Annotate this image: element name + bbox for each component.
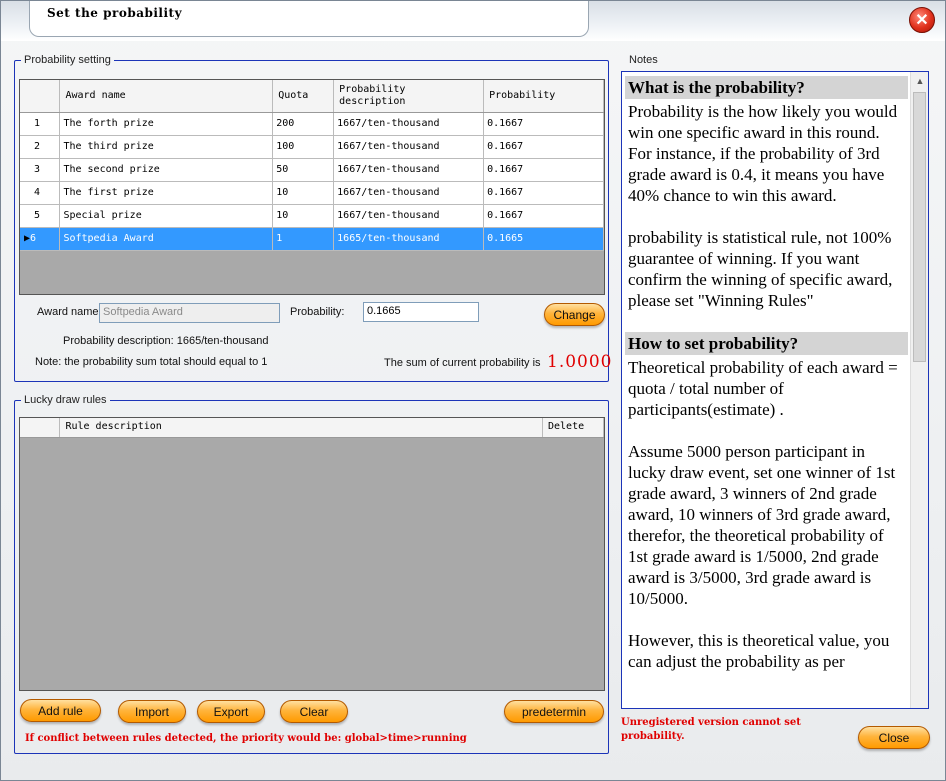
table-row[interactable]: 3 The second prize 50 1667/ten-thousand … [20, 158, 604, 182]
cell-award-name[interactable]: The third prize [59, 135, 274, 159]
notes-heading-what: What is the probability? [625, 76, 908, 99]
close-button[interactable]: Close [858, 726, 930, 749]
cell-quota[interactable]: 200 [272, 112, 335, 136]
lucky-draw-rules-legend: Lucky draw rules [24, 394, 107, 406]
table-row[interactable]: 4 The first prize 10 1667/ten-thousand 0… [20, 181, 604, 205]
clear-button[interactable]: Clear [280, 700, 348, 723]
cell-award-name[interactable]: The first prize [59, 181, 274, 205]
cell-description[interactable]: 1667/ten-thousand [333, 158, 485, 182]
row-index: 1 [20, 112, 61, 136]
cell-quota[interactable]: 1 [272, 227, 335, 251]
export-button[interactable]: Export [197, 700, 265, 723]
cell-probability[interactable]: 0.1665 [483, 227, 604, 251]
column-rule-description[interactable]: Rule description [59, 418, 543, 438]
cell-probability[interactable]: 0.1667 [483, 158, 604, 182]
predetermine-button[interactable]: predetermin [504, 700, 604, 723]
cell-award-name[interactable]: Softpedia Award [59, 227, 274, 251]
change-button[interactable]: Change [544, 303, 605, 326]
column-probability-description[interactable]: Probability description [333, 80, 485, 113]
probability-sum-note: Note: the probability sum total should e… [35, 356, 268, 368]
cell-quota[interactable]: 10 [272, 204, 335, 228]
sum-label: The sum of current probability is [384, 357, 541, 369]
row-header-corner [20, 80, 61, 113]
notes-paragraph: Theoretical probability of each award = … [628, 358, 898, 419]
row-index: 5 [20, 204, 61, 228]
cell-description[interactable]: 1667/ten-thousand [333, 181, 485, 205]
column-award-name[interactable]: Award name [59, 80, 274, 113]
column-probability[interactable]: Probability [483, 80, 604, 113]
cell-description[interactable]: 1667/ten-thousand [333, 204, 485, 228]
cell-quota[interactable]: 50 [272, 158, 335, 182]
sum-value: 1.0000 [547, 352, 613, 372]
notes-scrollbar[interactable]: ▲ [910, 72, 928, 708]
row-index: 2 [20, 135, 61, 159]
probability-setting-legend: Probability setting [24, 54, 111, 66]
cell-probability[interactable]: 0.1667 [483, 181, 604, 205]
notes-paragraph: probability is statistical rule, not 100… [628, 228, 893, 310]
notes-paragraph: Assume 5000 person participant in lucky … [628, 442, 896, 608]
row-index-label: 6 [30, 233, 37, 244]
close-window-icon[interactable]: ✕ [909, 7, 935, 33]
table-row[interactable]: 2 The third prize 100 1667/ten-thousand … [20, 135, 604, 159]
rules-header-corner [20, 418, 61, 438]
cell-description[interactable]: 1665/ten-thousand [333, 227, 485, 251]
probability-input[interactable]: 0.1665 [363, 302, 479, 322]
notes-panel[interactable]: What is the probability? Probability is … [621, 71, 929, 709]
probability-label: Probability: [290, 306, 345, 318]
table-row-selected[interactable]: ▶6 Softpedia Award 1 1665/ten-thousand 0… [20, 227, 604, 251]
cell-award-name[interactable]: The second prize [59, 158, 274, 182]
cell-probability[interactable]: 0.1667 [483, 112, 604, 136]
probability-window: Set the probability ✕ Probability settin… [0, 0, 946, 781]
cell-probability[interactable]: 0.1667 [483, 204, 604, 228]
table-row[interactable]: 1 The forth prize 200 1667/ten-thousand … [20, 112, 604, 136]
window-title: Set the probability [47, 6, 183, 20]
rules-grid[interactable]: Rule description Delete [19, 417, 605, 691]
unregistered-note-line2: probability. [621, 731, 685, 742]
notes-paragraph: Probability is the how likely you would … [628, 102, 898, 205]
row-index: ▶6 [20, 227, 61, 251]
row-index: 4 [20, 181, 61, 205]
cell-quota[interactable]: 100 [272, 135, 335, 159]
award-table: Award name Quota Probability description… [20, 80, 604, 251]
award-grid[interactable]: Award name Quota Probability description… [19, 79, 605, 295]
cell-quota[interactable]: 10 [272, 181, 335, 205]
title-bar: Set the probability ✕ [1, 1, 945, 41]
row-index: 3 [20, 158, 61, 182]
cell-probability[interactable]: 0.1667 [483, 135, 604, 159]
column-delete[interactable]: Delete [542, 418, 604, 438]
notes-paragraph: However, this is theoretical value, you … [628, 631, 890, 671]
rule-conflict-note: If conflict between rules detected, the … [25, 733, 467, 744]
award-name-field: Softpedia Award [99, 303, 280, 323]
award-name-label: Award name [37, 306, 99, 318]
notes-content: What is the probability? Probability is … [625, 76, 908, 693]
unregistered-note-line1: Unregistered version cannot set [621, 717, 801, 728]
scroll-up-icon[interactable]: ▲ [911, 72, 928, 90]
column-quota[interactable]: Quota [272, 80, 335, 113]
table-row[interactable]: 5 Special prize 10 1667/ten-thousand 0.1… [20, 204, 604, 228]
notes-heading-how: How to set probability? [625, 332, 908, 355]
scroll-thumb[interactable] [913, 92, 926, 362]
cell-award-name[interactable]: Special prize [59, 204, 274, 228]
add-rule-button[interactable]: Add rule [20, 699, 101, 722]
cell-award-name[interactable]: The forth prize [59, 112, 274, 136]
notes-legend: Notes [629, 54, 658, 66]
cell-description[interactable]: 1667/ten-thousand [333, 112, 485, 136]
import-button[interactable]: Import [118, 700, 186, 723]
cell-description[interactable]: 1667/ten-thousand [333, 135, 485, 159]
probability-description-text: Probability description: 1665/ten-thousa… [63, 335, 269, 347]
rules-table: Rule description Delete [20, 418, 604, 438]
